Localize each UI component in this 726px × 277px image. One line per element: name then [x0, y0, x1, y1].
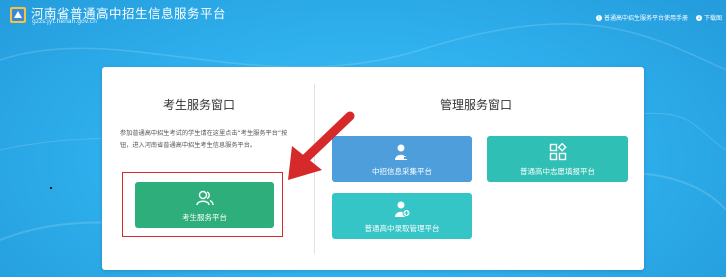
manual-link[interactable]: i 普通高中招生服务平台使用手册 [595, 13, 688, 22]
manual-link-label: 普通高中招生服务平台使用手册 [603, 15, 688, 22]
admission-management-platform-label: 普通高中录取管理平台 [364, 224, 440, 233]
info-circle-icon: i [595, 14, 602, 21]
users-icon [195, 190, 214, 206]
admission-management-platform-button[interactable]: 普通高中录取管理平台 [332, 193, 472, 239]
student-service-platform-label: 考生服务平台 [182, 213, 227, 222]
management-section-title: 管理服务窗口 [440, 98, 513, 112]
site-url: gzzs.jyt.henan.gov.cn [32, 18, 97, 25]
user-add-icon [395, 201, 411, 217]
site-header: 河南省普通高中招生信息服务平台 gzzs.jyt.henan.gov.cn i … [0, 0, 726, 30]
volunteer-filling-platform-label: 普通高中志愿填报平台 [520, 167, 595, 176]
mouse-cursor-dot [50, 187, 52, 189]
download-link[interactable]: ↓ 下载图 [695, 13, 722, 22]
site-logo-icon[interactable] [9, 6, 27, 24]
user-edit-icon [395, 144, 410, 160]
annotation-arrow-icon [288, 111, 355, 180]
student-section-title: 考生服务窗口 [163, 98, 236, 112]
volunteer-filling-platform-button[interactable]: 普通高中志愿填报平台 [487, 136, 628, 182]
download-link-label: 下载图 [703, 15, 722, 22]
apps-grid-icon [549, 143, 567, 161]
student-service-platform-button[interactable]: 考生服务平台 [135, 182, 274, 228]
top-links: i 普通高中招生服务平台使用手册 ↓ 下载图 [595, 13, 722, 22]
download-icon: ↓ [695, 14, 702, 21]
